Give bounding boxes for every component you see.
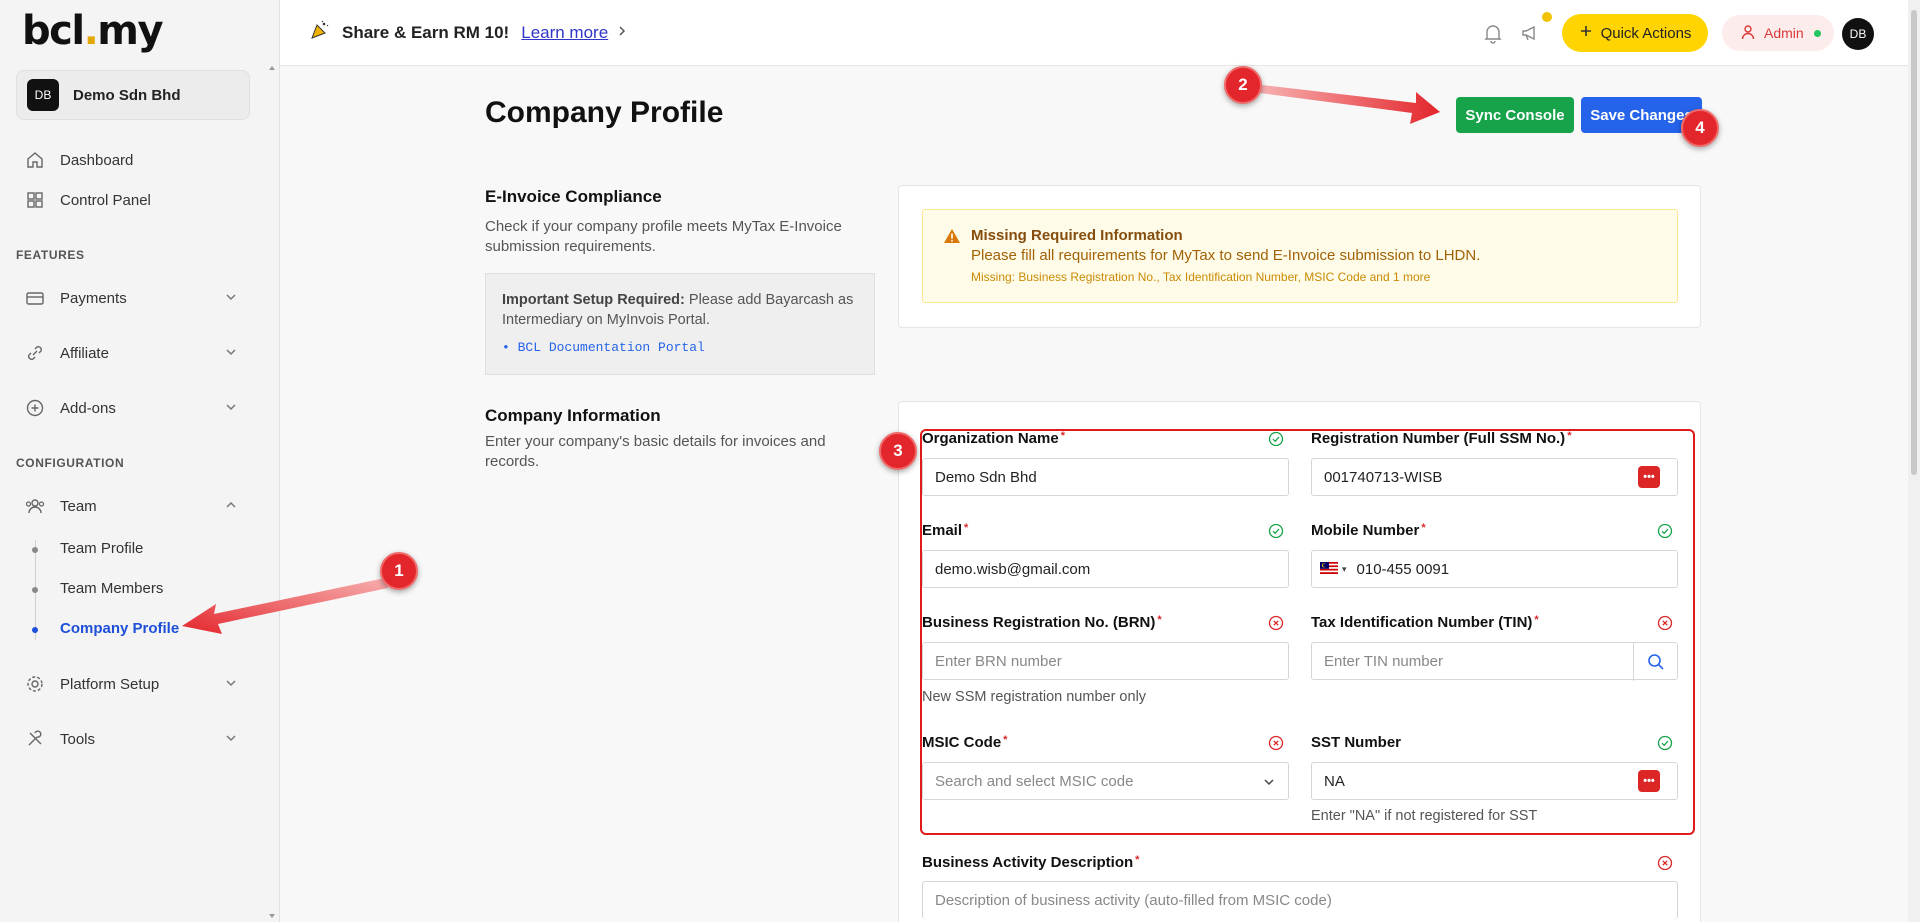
quick-actions-label: Quick Actions [1600,24,1692,42]
annotation-marker-2: 2 [1224,66,1262,104]
arrow-2 [1260,85,1440,124]
megaphone-icon[interactable] [1518,20,1544,46]
chevron-right-icon [616,23,628,43]
bell-icon[interactable] [1480,20,1506,46]
submenu-dot [32,587,38,593]
link-icon [24,342,46,364]
x-circle-icon [1657,855,1673,871]
main-scrollbar[interactable] [1908,0,1920,922]
sidebar-item-label: Team [60,497,97,515]
chevron-down-icon [224,345,238,363]
sidebar-item-affiliate[interactable]: Affiliate [24,339,244,367]
highlight-frame [920,429,1695,835]
submenu-dot [32,547,38,553]
sidebar-item-label: Affiliate [60,344,109,362]
topbar: Share & Earn RM 10! Learn more Quick Act… [280,0,1910,66]
online-status-dot [1813,29,1821,37]
scrollbar-thumb[interactable] [1911,10,1917,475]
sync-console-button[interactable]: Sync Console [1456,97,1574,133]
home-icon [24,149,46,171]
party-icon [310,20,330,45]
einvoice-section-desc: Check if your company profile meets MyTa… [485,218,842,255]
missing-info-alert: Missing Required Information Please fill… [922,209,1678,303]
card-icon [24,287,46,309]
setup-notice-bold: Important Setup Required: [502,292,685,308]
submenu-dot-active [32,627,38,633]
annotation-marker-3: 3 [879,432,917,470]
gear-icon [24,673,46,695]
activity-textarea[interactable]: Description of business activity (auto-f… [922,881,1678,919]
quick-actions-button[interactable]: Quick Actions [1562,14,1708,52]
features-heading: FEATURES [16,248,85,262]
sidebar-item-team[interactable]: Team [24,492,244,520]
sidebar-item-team-members[interactable]: Team Members [60,580,163,597]
warning-icon [943,228,961,249]
sidebar-item-label: Tools [60,730,96,748]
users-icon [24,495,46,517]
sidebar-item-label: Add-ons [60,399,116,417]
setup-notice: Important Setup Required: Please add Bay… [485,273,875,375]
configuration-heading: CONFIGURATION [16,456,125,470]
annotation-marker-4: 4 [1681,109,1719,147]
grid-icon [24,189,46,211]
plus-icon [1579,24,1593,42]
sidebar-item-control-panel[interactable]: Control Panel [24,186,244,214]
documentation-link-text[interactable]: BCL Documentation Portal [518,340,705,355]
sidebar-item-company-profile[interactable]: Company Profile [60,620,179,637]
company-info-section-desc: Enter your company's basic details for i… [485,433,826,470]
company-info-section-title: Company Information [485,406,661,425]
chevron-down-icon [224,731,238,749]
annotation-marker-1: 1 [380,552,418,590]
chevron-down-icon [224,676,238,694]
sidebar-item-payments[interactable]: Payments [24,284,244,312]
activity-label: Business Activity Description * [922,854,1140,871]
sidebar-item-team-profile[interactable]: Team Profile [60,540,143,557]
alert-title: Missing Required Information [971,227,1183,244]
company-switcher[interactable]: DB Demo Sdn Bhd [16,70,250,120]
learn-more-link[interactable]: Learn more [521,23,608,43]
sidebar-item-tools[interactable]: Tools [24,725,244,753]
sidebar-scrollbar[interactable] [266,62,278,922]
alert-missing-list: Missing: Business Registration No., Tax … [971,270,1431,284]
einvoice-section-title: E-Invoice Compliance [485,187,662,206]
sidebar-item-platform-setup[interactable]: Platform Setup [24,670,244,698]
chevron-up-icon [224,498,238,516]
company-avatar: DB [27,79,59,111]
user-icon [1740,24,1756,43]
chevron-down-icon [224,400,238,418]
notification-dot [1542,12,1552,22]
sidebar-item-label: Payments [60,289,127,307]
promo-text: Share & Earn RM 10! [342,22,510,42]
alert-message: Please fill all requirements for MyTax t… [971,247,1481,264]
sidebar-item-addons[interactable]: Add-ons [24,394,244,422]
company-name: Demo Sdn Bhd [73,86,181,104]
admin-role-badge[interactable]: Admin [1722,15,1834,51]
promo-banner: Share & Earn RM 10! Learn more [310,20,628,45]
sidebar-item-label: Dashboard [60,151,134,169]
page-title: Company Profile [485,96,724,129]
sidebar: bcl.my DB Demo Sdn Bhd Dashboard Control… [0,0,280,922]
user-avatar[interactable]: DB [1842,18,1874,50]
sidebar-item-dashboard[interactable]: Dashboard [24,146,244,174]
documentation-link[interactable]: • BCL Documentation Portal [502,338,858,358]
chevron-down-icon [224,290,238,308]
admin-label: Admin [1764,25,1804,41]
sidebar-item-label: Platform Setup [60,675,160,693]
sidebar-item-label: Control Panel [60,191,151,209]
plus-circle-icon [24,397,46,419]
tools-icon [24,728,46,750]
logo[interactable]: bcl.my [22,8,164,54]
